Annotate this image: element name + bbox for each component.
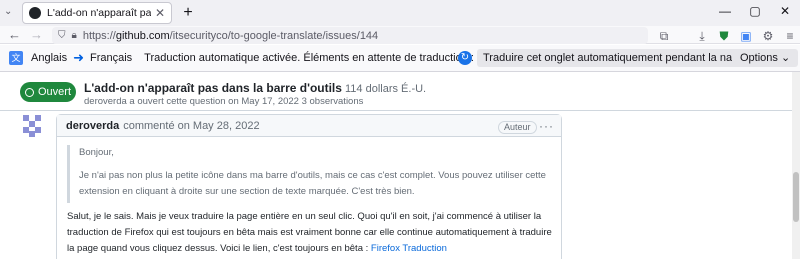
close-tab-icon[interactable]: ✕	[155, 6, 165, 20]
issue-meta: deroverda a ouvert cette question on May…	[84, 96, 364, 107]
tab-list-chevron-icon[interactable]: ⌄	[4, 6, 12, 17]
issue-open-icon	[24, 87, 34, 97]
arrow-right-icon: ➜	[73, 50, 84, 65]
more-options-icon[interactable]: ···	[539, 119, 554, 133]
translation-status: Traduction automatique activée. Éléments…	[144, 52, 484, 64]
new-tab-icon[interactable]: +	[178, 3, 198, 23]
translate-logo-icon: 文	[9, 51, 23, 65]
issue-title-text: L'add-on n'apparaît pas dans la barre d'…	[84, 81, 342, 95]
issue-title-cost: 114 dollars É.-U.	[341, 83, 427, 95]
tab-strip: ⌄ L'add-on n'apparaît pas dans la ✕ + — …	[0, 0, 800, 26]
translate-page-icon[interactable]: ⧉	[656, 28, 672, 44]
navigation-bar: ← → ⛉ 🔒︎ https://github.com/itsecurityco…	[0, 26, 800, 44]
comment-body-text: Salut, je le sais. Mais je veux traduire…	[67, 211, 552, 254]
target-language[interactable]: Français	[90, 52, 132, 64]
translation-bar: 文 Anglais ➜ Français Traduction automati…	[0, 45, 800, 72]
issue-state-badge: Ouvert	[20, 82, 76, 102]
maximize-icon[interactable]: ▢	[740, 4, 770, 18]
forward-icon[interactable]: →	[30, 27, 43, 43]
comment-body: Salut, je le sais. Mais je veux traduire…	[67, 209, 557, 257]
source-language[interactable]: Anglais	[31, 52, 67, 64]
google-translate-extension-icon[interactable]: ▣	[738, 28, 754, 44]
avatar[interactable]	[20, 113, 44, 137]
options-button[interactable]: Options ⌄	[732, 49, 799, 67]
github-favicon-icon	[29, 7, 41, 19]
menu-icon[interactable]: ≡	[782, 28, 798, 44]
issue-state-label: Ouvert	[37, 86, 71, 98]
scrollbar[interactable]	[792, 72, 800, 259]
back-icon[interactable]: ←	[8, 27, 21, 43]
minimize-icon[interactable]: —	[710, 4, 740, 18]
comment-quote: Bonjour, Je n'ai pas non plus la petite …	[67, 145, 547, 203]
extension-shield-icon[interactable]: ⛊	[716, 28, 732, 44]
refresh-translation-icon[interactable]: ↻	[458, 51, 472, 65]
url-bar[interactable]: ⛉ 🔒︎ https://github.com/itsecurityco/to-…	[52, 27, 648, 44]
download-icon[interactable]: ⤓	[694, 28, 710, 44]
author-badge: Auteur	[498, 121, 537, 134]
scrollbar-thumb[interactable]	[793, 172, 799, 222]
comment-author[interactable]: deroverda	[66, 120, 119, 132]
browser-tab[interactable]: L'add-on n'apparaît pas dans la ✕	[22, 2, 172, 24]
shield-icon[interactable]: ⛉	[58, 30, 66, 41]
comment-box: deroverda commenté on May 28, 2022 Auteu…	[56, 114, 562, 259]
firefox-translation-link[interactable]: Firefox Traduction	[371, 243, 447, 254]
tab-title: L'add-on n'apparaît pas dans la	[47, 7, 151, 19]
comment-header: deroverda commenté on May 28, 2022 Auteu…	[57, 115, 561, 137]
issue-title: L'add-on n'apparaît pas dans la barre d'…	[84, 81, 426, 95]
extensions-icon[interactable]: ⚙	[760, 28, 776, 44]
quote-greeting: Bonjour,	[79, 147, 114, 158]
window-close-icon[interactable]: ✕	[770, 4, 800, 18]
lock-icon[interactable]: 🔒︎	[72, 30, 77, 41]
comment-timestamp[interactable]: commenté on May 28, 2022	[123, 120, 259, 132]
header-divider	[0, 110, 800, 111]
quote-body: Je n'ai pas non plus la petite icône dan…	[79, 169, 546, 198]
url-text: https://github.com/itsecurityco/to-googl…	[82, 29, 379, 42]
